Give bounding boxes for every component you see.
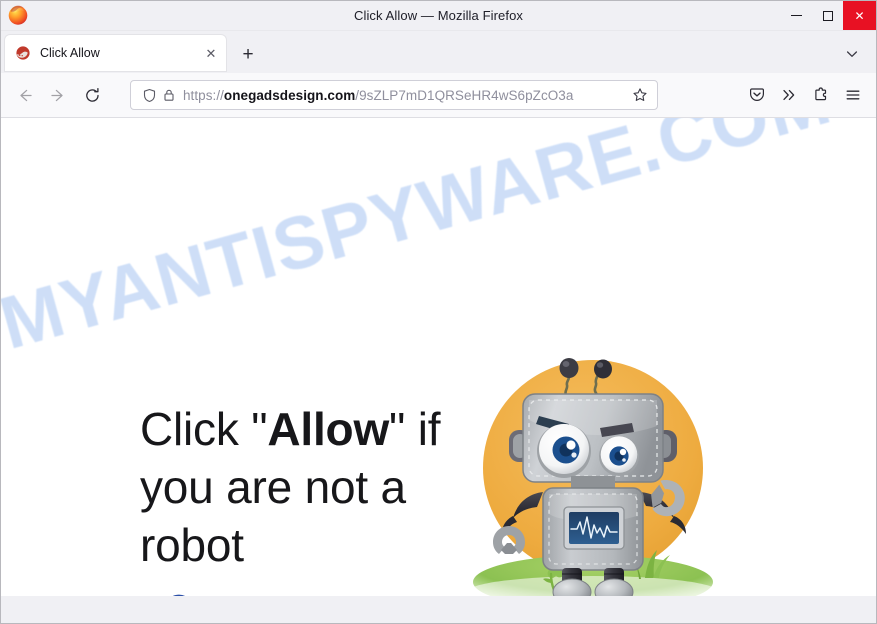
minimize-button[interactable] — [781, 1, 812, 30]
new-tab-button[interactable]: + — [233, 39, 263, 69]
page-headline: Click "Allow" if you are not a robot — [140, 400, 460, 574]
e-captcha-badge: E-CAPTCHA — [149, 588, 209, 596]
e-captcha-c-logo-icon — [158, 588, 200, 596]
maximize-button[interactable] — [812, 1, 843, 30]
close-button[interactable]: ✕ — [843, 1, 876, 30]
pocket-icon[interactable] — [742, 80, 772, 110]
headline-emphasis: Allow — [267, 403, 390, 455]
window-title: Click Allow — Mozilla Firefox — [353, 8, 524, 23]
tab-click-allow[interactable]: Click Allow ✕ — [5, 35, 226, 71]
headline-before: Click " — [140, 403, 268, 455]
reload-icon[interactable] — [77, 80, 108, 111]
tab-strip: Click Allow ✕ + — [1, 31, 876, 73]
robot-mascot-illustration — [467, 346, 719, 596]
url-text[interactable]: https://onegadsdesign.com/9sZLP7mD1QRSeH… — [183, 88, 629, 103]
back-arrow-icon[interactable] — [9, 80, 40, 111]
page-viewport: MYANTISPYWARE.COM Click "Allow" if you a… — [1, 118, 876, 596]
url-host: onegadsdesign.com — [223, 87, 356, 103]
tab-label: Click Allow — [40, 46, 100, 60]
hamburger-menu-icon[interactable] — [838, 80, 868, 110]
site-favicon-icon — [15, 45, 31, 61]
chevron-down-icon[interactable] — [841, 43, 863, 65]
star-outline-icon[interactable] — [629, 84, 651, 106]
firefox-logo-icon — [7, 4, 29, 26]
address-bar[interactable]: https://onegadsdesign.com/9sZLP7mD1QRSeH… — [130, 80, 658, 110]
padlock-icon[interactable] — [159, 85, 179, 105]
firefox-window: Click Allow — Mozilla Firefox ✕ Click Al… — [0, 0, 877, 624]
url-scheme: https:// — [183, 87, 224, 103]
extensions-puzzle-icon[interactable] — [806, 80, 836, 110]
forward-arrow-icon[interactable] — [43, 80, 74, 111]
double-chevron-icon[interactable] — [774, 80, 804, 110]
site-watermark: MYANTISPYWARE.COM — [1, 118, 840, 365]
toolbar-right-icons — [740, 80, 868, 110]
tab-close-icon[interactable]: ✕ — [202, 44, 220, 62]
window-controls: ✕ — [781, 1, 876, 30]
navigation-toolbar: https://onegadsdesign.com/9sZLP7mD1QRSeH… — [1, 73, 876, 118]
title-bar: Click Allow — Mozilla Firefox ✕ — [1, 1, 876, 31]
tracking-protection-shield-icon[interactable] — [139, 85, 159, 105]
url-path: /9sZLP7mD1QRSeHR4wS6pZcO3a — [355, 87, 574, 103]
